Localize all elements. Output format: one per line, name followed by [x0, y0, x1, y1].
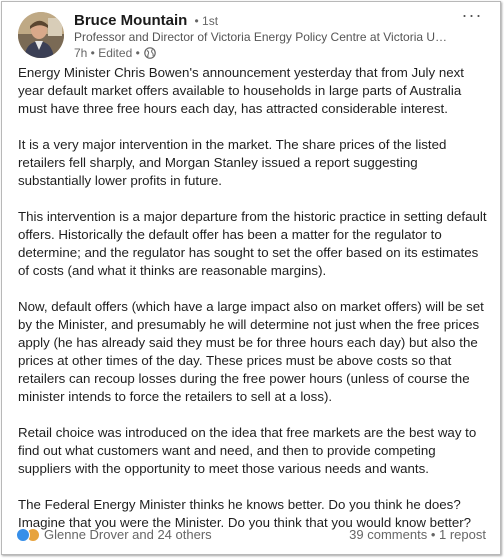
connection-degree: • 1st	[194, 14, 219, 28]
author-meta: Bruce Mountain • 1st Professor and Direc…	[74, 12, 450, 61]
reactions-summary[interactable]: Glenne Drover and 24 others	[16, 526, 212, 544]
post-paragraph: Energy Minister Chris Bowen's announceme…	[18, 65, 464, 116]
more-options-button[interactable]: ···	[460, 6, 484, 28]
engagement-counts: 39 comments • 1 repost	[349, 526, 486, 544]
globe-icon	[143, 47, 156, 59]
reactors-text: Glenne Drover and 24 others	[44, 527, 212, 542]
post-paragraph: Now, default offers (which have a large …	[18, 299, 484, 404]
post-time-row: 7h • Edited •	[74, 45, 450, 61]
post-paragraph: It is a very major intervention in the m…	[18, 137, 447, 188]
author-headline: Professor and Director of Victoria Energ…	[74, 30, 449, 44]
author-name[interactable]: Bruce Mountain	[74, 12, 187, 29]
comments-count-link[interactable]: 39 comments	[349, 527, 427, 542]
like-reaction-icon	[16, 528, 30, 542]
post-body: Energy Minister Chris Bowen's announceme…	[18, 64, 488, 550]
post-timestamp: 7h • Edited •	[74, 46, 140, 60]
reposts-count-link[interactable]: 1 repost	[439, 527, 486, 542]
author-name-row: Bruce Mountain • 1st	[74, 12, 450, 30]
post-header: Bruce Mountain • 1st Professor and Direc…	[18, 6, 490, 61]
avatar-photo	[18, 12, 64, 58]
social-counts-bar: Glenne Drover and 24 others 39 comments …	[16, 526, 486, 544]
post-paragraph: This intervention is a major departure f…	[18, 209, 487, 278]
avatar[interactable]	[18, 12, 64, 58]
post-paragraph: Retail choice was introduced on the idea…	[18, 425, 477, 476]
counts-separator: •	[430, 527, 436, 542]
linkedin-post-card: Bruce Mountain • 1st Professor and Direc…	[1, 1, 501, 555]
